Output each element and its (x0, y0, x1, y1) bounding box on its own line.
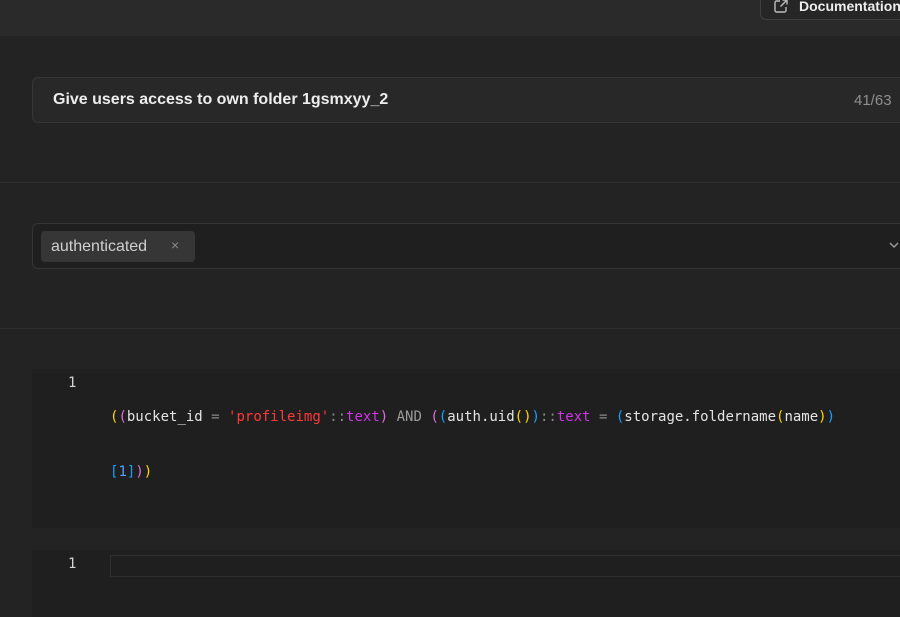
chevron-down-icon[interactable] (887, 238, 900, 252)
target-roles-select[interactable]: authenticated × (32, 223, 900, 269)
documentation-label: Documentation (799, 0, 900, 14)
section-divider (0, 182, 900, 183)
documentation-button[interactable]: Documentation (760, 0, 900, 20)
role-chip: authenticated × (41, 231, 195, 262)
remove-role-icon[interactable]: × (171, 237, 179, 253)
code-content[interactable]: ((bucket_id = 'profileimg'::text) AND ((… (110, 374, 835, 516)
section-divider (0, 328, 900, 329)
using-expression-editor[interactable]: 1 ((bucket_id = 'profileimg'::text) AND … (32, 369, 900, 528)
active-line-highlight[interactable] (110, 555, 900, 577)
line-number: 1 (68, 375, 77, 391)
role-chip-label: authenticated (51, 237, 148, 255)
character-counter: 41/63 (854, 92, 892, 109)
policy-name-input[interactable]: Give users access to own folder 1gsmxyy_… (32, 77, 900, 123)
policy-name-value: Give users access to own folder 1gsmxyy_… (53, 91, 389, 108)
code-line: ((bucket_id = 'profileimg'::text) AND ((… (110, 409, 836, 425)
top-bar: Documentation (0, 0, 900, 36)
with-check-expression-editor[interactable]: 1 (32, 550, 900, 617)
line-number: 1 (68, 556, 77, 572)
code-line: [1])) (110, 464, 153, 480)
external-link-icon (773, 0, 789, 14)
policy-editor-page: Documentation Give users access to own f… (0, 0, 900, 617)
